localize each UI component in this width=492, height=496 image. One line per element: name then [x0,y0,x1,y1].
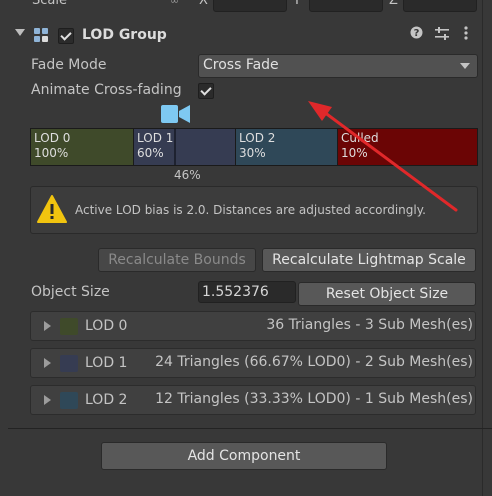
lod0-color-swatch [60,318,78,335]
lod-group-header[interactable]: LOD Group ? [8,23,492,49]
inspector-border [482,0,483,496]
scale-row: Scale ∞ X Y Z [0,0,492,14]
warning-icon [37,195,67,223]
recalculate-lightmap-scale-button[interactable]: Recalculate Lightmap Scale [262,248,476,272]
add-component-button[interactable]: Add Component [101,442,387,470]
scale-z-label: Z [389,0,398,8]
object-size-label: Object Size [31,284,110,300]
camera-icon[interactable] [160,103,192,129]
animate-crossfading-checkbox[interactable] [198,83,214,99]
help-icon[interactable]: ? [410,26,423,43]
lod1-color-swatch [60,355,78,372]
preset-icon[interactable] [435,27,449,44]
object-size-field[interactable]: 1.552376 [198,281,296,303]
lod0-info: 36 Triangles - 3 Sub Mesh(es) [266,317,473,333]
scale-link-icon[interactable]: ∞ [170,0,179,7]
lod0-segment-label: LOD 0 [34,131,71,145]
object-size-value: 1.552376 [202,284,269,300]
lod2-color-swatch [60,392,78,409]
camera-percentage-label: 46% [174,168,201,182]
lod2-info: 12 Triangles (33.33% LOD0) - 1 Sub Mesh(… [155,391,473,407]
scale-x-label: X [199,0,208,8]
expand-arrow-icon[interactable] [44,358,51,368]
fade-mode-value: Cross Fade [203,57,279,73]
recalculate-bounds-button[interactable]: Recalculate Bounds [98,248,256,272]
lod2-row[interactable]: LOD 2 12 Triangles (33.33% LOD0) - 1 Sub… [30,385,476,415]
lod-bar-segment-lod0[interactable]: LOD 0 100% [31,129,133,165]
scale-label: Scale [32,0,67,8]
lod1-name: LOD 1 [85,355,128,371]
expand-arrow-icon[interactable] [44,321,51,331]
camera-position-line [174,129,176,165]
expand-arrow-icon[interactable] [44,395,51,405]
lod0-row[interactable]: LOD 0 36 Triangles - 3 Sub Mesh(es) [30,311,476,341]
lod1-row[interactable]: LOD 1 24 Triangles (66.67% LOD0) - 2 Sub… [30,348,476,378]
component-title: LOD Group [82,27,167,43]
scale-x-field[interactable] [213,0,287,12]
component-separator [8,428,492,429]
lod-group-icon [34,28,48,42]
lod-bar-segment-lod1[interactable]: LOD 1 60% [133,129,235,165]
foldout-icon[interactable] [15,29,25,36]
lod1-info: 24 Triangles (66.67% LOD0) - 2 Sub Mesh(… [155,354,473,370]
lod0-segment-pct: 100% [34,146,69,160]
fade-mode-label: Fade Mode [31,57,107,73]
chevron-down-icon [460,63,470,69]
more-icon[interactable] [464,26,468,44]
svg-text:?: ? [414,28,420,39]
scale-y-label: Y [293,0,301,8]
lod0-name: LOD 0 [85,318,128,334]
reset-object-size-button[interactable]: Reset Object Size [298,282,476,306]
component-enabled-checkbox[interactable] [58,28,74,44]
lod1-segment-pct: 60% [137,146,164,160]
lod1-segment-label: LOD 1 [137,131,174,145]
annotation-arrow [308,101,458,212]
lod2-name: LOD 2 [85,392,128,408]
fade-mode-dropdown[interactable]: Cross Fade [198,54,478,78]
scale-y-field[interactable] [309,0,383,12]
animate-crossfading-label: Animate Cross-fading [31,82,182,98]
scale-z-field[interactable] [403,0,477,12]
